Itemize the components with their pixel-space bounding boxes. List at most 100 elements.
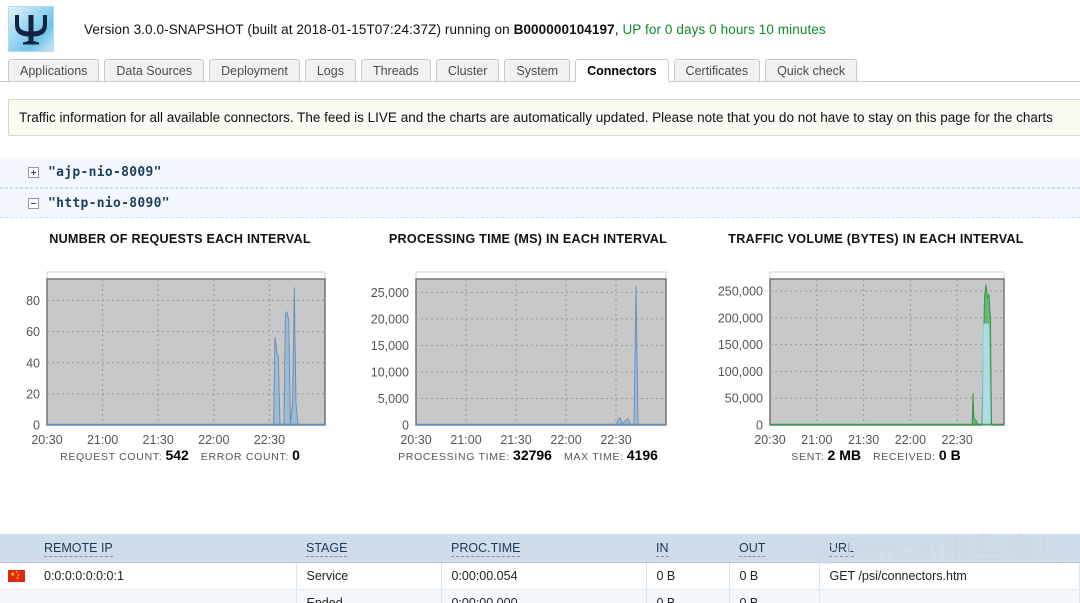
col-label: IN [656, 540, 669, 557]
col-in[interactable]: IN [646, 534, 729, 563]
tab-label: Cluster [447, 63, 488, 78]
stat-label: MAX TIME: [563, 451, 624, 463]
cell-in: 0 B [646, 562, 730, 590]
svg-text:20,000: 20,000 [371, 312, 409, 326]
svg-text:21:00: 21:00 [801, 433, 832, 447]
requests-table: REMOTE IP STAGE PROC.TIME IN OUT URL ★ ★ ★… [0, 534, 1080, 603]
svg-text:10,000: 10,000 [371, 366, 409, 380]
chart-title: PROCESSING TIME (MS) IN EACH INTERVAL [388, 232, 668, 246]
uptime-status: UP for 0 days 0 hours 10 minutes [622, 21, 826, 37]
chart-plot-traffic: 0 50,000 100,000 150,000 200,000 250,000… [696, 260, 1056, 447]
tab-data-sources[interactable]: Data Sources [104, 59, 205, 82]
cell-remote-ip [34, 589, 297, 603]
tab-threads[interactable]: Threads [360, 59, 431, 82]
info-banner: Traffic information for all available co… [8, 99, 1080, 136]
col-proc-time[interactable]: PROC.TIME [441, 534, 646, 563]
svg-text:20:30: 20:30 [400, 433, 431, 447]
svg-text:80: 80 [26, 294, 40, 308]
svg-text:40: 40 [26, 356, 40, 370]
svg-text:25,000: 25,000 [371, 286, 409, 300]
cell-in: 0 B [646, 589, 730, 603]
version-info: Version 3.0.0-SNAPSHOT (built at 2018-01… [84, 22, 826, 37]
tab-cluster[interactable]: Cluster [435, 59, 500, 82]
cell-url [819, 589, 1080, 603]
chart-traffic-volume: TRAFFIC VOLUME (BYTES) IN EACH INTERVAL [696, 232, 1056, 463]
tab-label: System [516, 63, 559, 78]
col-label: OUT [739, 540, 766, 557]
tab-system[interactable]: System [504, 59, 571, 82]
col-out[interactable]: OUT [729, 534, 819, 563]
cell-stage: Service [296, 562, 442, 590]
chart-processing-time: PROCESSING TIME (MS) IN EACH INTERVAL 0 … [360, 232, 696, 463]
svg-text:50,000: 50,000 [725, 392, 763, 406]
charts-row: NUMBER OF REQUESTS EACH INTERVAL 0 20 40… [0, 218, 1080, 463]
china-flag-icon: ★ ★ ★ ★ [0, 562, 34, 590]
minus-box-icon[interactable] [28, 197, 39, 209]
chart-plot-requests: 0 20 40 60 80 20:30 21:00 21:30 22:00 22… [0, 260, 360, 447]
col-label: STAGE [306, 540, 348, 557]
svg-text:60: 60 [26, 325, 40, 339]
connector-row-ajp-nio-8009[interactable]: "ajp-nio-8009" [0, 158, 1080, 188]
svg-text:0: 0 [33, 419, 40, 433]
cell-remote-ip: 0:0:0:0:0:0:0:1 [34, 562, 297, 590]
svg-text:100,000: 100,000 [718, 365, 763, 379]
chart-title: TRAFFIC VOLUME (BYTES) IN EACH INTERVAL [728, 232, 1024, 246]
cell-stage: Ended [296, 589, 442, 603]
connector-name: "http-nio-8090" [48, 195, 170, 211]
svg-text:20:30: 20:30 [31, 433, 62, 447]
connector-name: "ajp-nio-8009" [48, 165, 162, 180]
tab-certificates[interactable]: Certificates [673, 59, 761, 82]
connector-row-http-nio-8090[interactable]: "http-nio-8090" [0, 188, 1080, 218]
psi-logo-icon [8, 6, 54, 52]
tab-label: Logs [316, 63, 344, 78]
svg-text:21:30: 21:30 [848, 433, 879, 447]
svg-text:15,000: 15,000 [371, 339, 409, 353]
col-url[interactable]: URL [819, 534, 1080, 563]
tab-deployment[interactable]: Deployment [209, 59, 300, 82]
svg-text:22:00: 22:00 [895, 433, 926, 447]
svg-text:22:00: 22:00 [550, 433, 581, 447]
notice-container: Traffic information for all available co… [0, 82, 1080, 136]
svg-text:21:30: 21:30 [143, 433, 174, 447]
svg-text:0: 0 [402, 419, 409, 433]
stat-label: ERROR COUNT: [200, 451, 290, 463]
tab-label: Data Sources [116, 63, 193, 78]
col-remote-ip[interactable]: REMOTE IP [34, 534, 296, 563]
tab-label: Quick check [777, 63, 846, 78]
stat-label: SENT: [791, 451, 825, 463]
svg-text:22:00: 22:00 [198, 433, 229, 447]
cell-out: 0 B [729, 562, 820, 590]
tab-connectors[interactable]: Connectors [575, 59, 669, 82]
svg-text:22:30: 22:30 [254, 433, 285, 447]
cell-url: GET /psi/connectors.htm [819, 562, 1080, 590]
svg-text:22:30: 22:30 [942, 433, 973, 447]
svg-text:21:00: 21:00 [87, 433, 118, 447]
table-body: ★ ★ ★ ★ 0:0:0:0:0:0:0:1 Service 0:00:00.054… [0, 562, 1080, 603]
main-tabbar: Applications Data Sources Deployment Log… [0, 58, 1080, 82]
col-label: URL [829, 540, 855, 557]
col-flag [0, 534, 34, 563]
stat-label: REQUEST COUNT: [60, 451, 163, 463]
stat-label: PROCESSING TIME: [398, 451, 511, 463]
svg-text:21:00: 21:00 [450, 433, 481, 447]
svg-text:5,000: 5,000 [378, 392, 409, 406]
svg-text:21:30: 21:30 [500, 433, 531, 447]
tab-label: Threads [372, 63, 419, 78]
col-stage[interactable]: STAGE [296, 534, 441, 563]
table-header-row: REMOTE IP STAGE PROC.TIME IN OUT URL [0, 534, 1080, 563]
col-label: PROC.TIME [451, 540, 521, 557]
tab-applications[interactable]: Applications [8, 59, 100, 82]
page-root: Version 3.0.0-SNAPSHOT (built at 2018-01… [0, 0, 1080, 603]
svg-text:200,000: 200,000 [718, 311, 763, 325]
table-row[interactable]: ★ ★ ★ ★ 0:0:0:0:0:0:0:1 Service 0:00:00.054… [0, 562, 1080, 590]
plus-box-icon[interactable] [28, 167, 39, 178]
tab-logs[interactable]: Logs [304, 59, 356, 82]
stat-label: RECEIVED: [873, 451, 936, 463]
table-row[interactable]: Ended 0:00:00.000 0 B 0 B [0, 589, 1080, 603]
tab-quick-check[interactable]: Quick check [765, 59, 858, 82]
app-header: Version 3.0.0-SNAPSHOT (built at 2018-01… [0, 0, 1080, 58]
svg-text:250,000: 250,000 [718, 285, 763, 299]
cell-flag [0, 589, 34, 603]
chart-plot-processing: 0 5,000 10,000 15,000 20,000 25,000 20:3… [360, 260, 696, 447]
tab-label: Deployment [221, 63, 288, 78]
